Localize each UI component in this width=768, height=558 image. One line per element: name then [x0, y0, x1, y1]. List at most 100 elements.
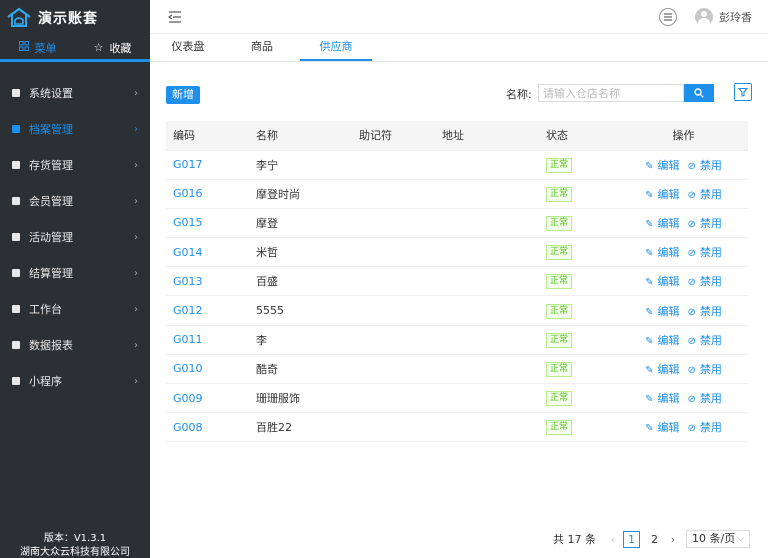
status-badge: 正常	[546, 186, 573, 202]
disable-button[interactable]: ⊘ 禁用	[688, 246, 722, 259]
supplier-mnemonic	[352, 325, 435, 355]
edit-button[interactable]: ✎ 编辑	[645, 363, 679, 376]
tab-suppliers[interactable]: 供应商	[300, 34, 372, 61]
disable-button[interactable]: ⊘ 禁用	[688, 421, 722, 434]
supplier-code-link[interactable]: G016	[166, 179, 249, 209]
disable-button[interactable]: ⊘ 禁用	[688, 275, 722, 288]
edit-icon: ✎	[645, 218, 654, 230]
edit-icon: ✎	[645, 364, 654, 376]
sidebar-item-members[interactable]: 会员管理 ›	[0, 183, 150, 219]
next-page-icon[interactable]: ›	[666, 533, 680, 546]
status-badge: 正常	[546, 303, 573, 319]
sidebar-footer: 版本：V1.3.1 湖南大众云科技有限公司	[0, 532, 150, 558]
filter-button[interactable]	[734, 83, 752, 101]
page-number[interactable]: 1	[623, 530, 640, 548]
page-size-value: 10 条/页	[692, 532, 736, 545]
disable-label: 禁用	[699, 187, 722, 201]
hamburger-menu-icon[interactable]	[659, 7, 677, 26]
chevron-right-icon: ›	[134, 195, 138, 207]
sidebar-item-label: 小程序	[29, 375, 62, 388]
collapse-menu-icon[interactable]	[168, 10, 182, 23]
supplier-code-link[interactable]: G010	[166, 354, 249, 385]
disable-label: 禁用	[699, 333, 722, 347]
column-header: 状态	[539, 121, 619, 151]
supplier-code-link[interactable]: G009	[166, 383, 249, 414]
sidebar-item-activities[interactable]: 活动管理 ›	[0, 219, 150, 255]
edit-label: 编辑	[657, 216, 680, 230]
status-badge: 正常	[546, 361, 573, 377]
sidebar-item-miniapp[interactable]: 小程序 ›	[0, 363, 150, 399]
sidebar-tab-menu[interactable]: 菜单	[0, 36, 75, 59]
sidebar-item-settlement[interactable]: 结算管理 ›	[0, 255, 150, 291]
disable-button[interactable]: ⊘ 禁用	[688, 363, 722, 376]
sidebar-item-system-settings[interactable]: 系统设置 ›	[0, 75, 150, 111]
supplier-name: 酷奇	[249, 354, 352, 385]
chevron-right-icon: ›	[134, 339, 138, 351]
supplier-code-link[interactable]: G017	[166, 150, 249, 180]
disable-button[interactable]: ⊘ 禁用	[688, 334, 722, 347]
supplier-mnemonic	[352, 266, 435, 297]
edit-button[interactable]: ✎ 编辑	[645, 334, 679, 347]
disable-button[interactable]: ⊘ 禁用	[688, 305, 722, 318]
supplier-code-link[interactable]: G013	[166, 266, 249, 297]
add-button[interactable]: 新增	[166, 86, 200, 104]
edit-button[interactable]: ✎ 编辑	[645, 188, 679, 201]
tab-dashboard[interactable]: 仪表盘	[152, 34, 224, 61]
disable-button[interactable]: ⊘ 禁用	[688, 188, 722, 201]
chevron-right-icon: ›	[134, 231, 138, 243]
edit-button[interactable]: ✎ 编辑	[645, 246, 679, 259]
star-icon: ☆	[93, 41, 104, 54]
ban-icon: ⊘	[687, 335, 696, 347]
search-input[interactable]	[538, 84, 684, 102]
settings-icon	[12, 89, 20, 97]
edit-button[interactable]: ✎ 编辑	[645, 305, 679, 318]
edit-button[interactable]: ✎ 编辑	[645, 421, 679, 434]
pagination: 共 17 条 ‹ 1 2 › 10 条/页 ⌵	[553, 530, 750, 548]
edit-label: 编辑	[657, 392, 680, 406]
edit-button[interactable]: ✎ 编辑	[645, 217, 679, 230]
tab-products[interactable]: 商品	[226, 34, 298, 61]
disable-label: 禁用	[699, 304, 722, 318]
member-icon	[12, 197, 20, 205]
supplier-mnemonic	[352, 179, 435, 209]
avatar[interactable]	[695, 7, 713, 26]
ban-icon: ⊘	[687, 189, 696, 201]
edit-label: 编辑	[657, 421, 680, 435]
supplier-code-link[interactable]: G008	[166, 412, 249, 443]
column-header: 操作	[619, 121, 748, 151]
sidebar-tab-favorites[interactable]: ☆ 收藏	[75, 36, 150, 59]
page-number[interactable]: 2	[646, 531, 663, 548]
header: 彭玲香	[150, 0, 768, 34]
disable-label: 禁用	[699, 362, 722, 376]
supplier-code-link[interactable]: G011	[166, 325, 249, 355]
username[interactable]: 彭玲香	[719, 9, 752, 25]
supplier-code-link[interactable]: G014	[166, 237, 249, 268]
disable-button[interactable]: ⊘ 禁用	[688, 159, 722, 172]
supplier-code-link[interactable]: G015	[166, 208, 249, 239]
sidebar-item-workbench[interactable]: 工作台 ›	[0, 291, 150, 327]
supplier-code-link[interactable]: G012	[166, 295, 249, 326]
prev-page-icon[interactable]: ‹	[606, 533, 620, 546]
status-badge: 正常	[546, 157, 573, 173]
sidebar-item-label: 工作台	[29, 303, 62, 316]
chevron-right-icon: ›	[134, 159, 138, 171]
page-size-select[interactable]: 10 条/页 ⌵	[686, 530, 750, 548]
sidebar-item-archive[interactable]: 档案管理 ›	[0, 111, 150, 147]
supplier-address	[435, 208, 539, 239]
inventory-icon	[12, 161, 20, 169]
disable-button[interactable]: ⊘ 禁用	[688, 217, 722, 230]
edit-button[interactable]: ✎ 编辑	[645, 275, 679, 288]
sidebar-item-label: 会员管理	[29, 195, 73, 208]
miniapp-icon	[12, 377, 20, 385]
search-button[interactable]	[684, 84, 714, 102]
sidebar-item-inventory[interactable]: 存货管理 ›	[0, 147, 150, 183]
sidebar-item-reports[interactable]: 数据报表 ›	[0, 327, 150, 363]
column-header: 编码	[166, 121, 249, 151]
disable-button[interactable]: ⊘ 禁用	[688, 392, 722, 405]
filter-icon	[738, 87, 748, 97]
edit-button[interactable]: ✎ 编辑	[645, 392, 679, 405]
edit-button[interactable]: ✎ 编辑	[645, 159, 679, 172]
edit-label: 编辑	[657, 246, 680, 260]
sidebar-item-label: 档案管理	[29, 123, 73, 136]
search-icon	[694, 88, 704, 98]
